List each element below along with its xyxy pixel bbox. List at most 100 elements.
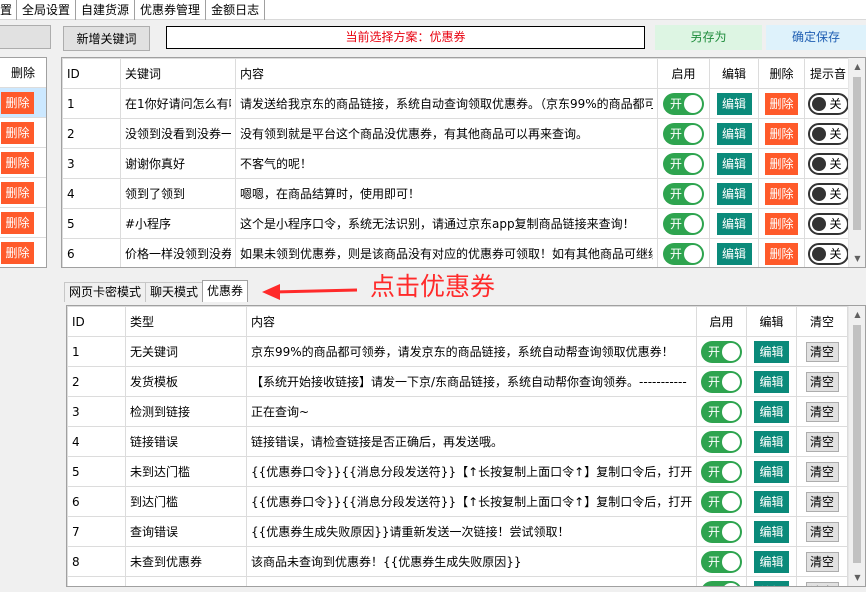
clear-button[interactable]: 清空 <box>805 521 839 542</box>
row-type[interactable]: 无关键词 <box>125 336 247 367</box>
coupon-table-row[interactable]: 8 未查到优惠券 该商品未查询到优惠券！{{优惠券生成失败原因}} 开 编辑 清空 <box>67 546 848 577</box>
coupon-table-row[interactable]: 2 发货模板 【系统开始接收链接】请发一下京/东商品链接，系统自动帮你查询领券。--… <box>67 366 848 397</box>
row-keyword[interactable]: 谢谢你真好 <box>120 148 236 179</box>
edit-button[interactable]: 编辑 <box>754 340 789 363</box>
row-content[interactable]: 不客气的呢！ <box>235 148 658 179</box>
delete-button[interactable]: 删除 <box>1 211 34 234</box>
edit-button[interactable]: 编辑 <box>754 520 789 543</box>
left-list-row[interactable]: 删除 <box>0 88 46 118</box>
coupon-table-row[interactable]: 4 链接错误 链接错误，请检查链接是否正确后，再发送哦。 开 编辑 清空 <box>67 426 848 457</box>
row-type[interactable]: 未查到优惠券 <box>125 546 247 577</box>
delete-button[interactable]: 删除 <box>765 122 798 145</box>
delete-button[interactable]: 删除 <box>1 121 34 144</box>
row-type[interactable] <box>125 576 247 586</box>
clear-button[interactable]: 清空 <box>805 551 839 572</box>
delete-button[interactable]: 删除 <box>765 92 798 115</box>
enabled-toggle[interactable]: 开 <box>701 550 742 573</box>
sound-toggle[interactable]: 关 <box>807 92 849 115</box>
row-content[interactable]: {{优惠券口令}}{{消息分段发送符}}【↑长按复制上面口令↑】复制口令后，打开… <box>246 456 697 487</box>
enabled-toggle[interactable]: 开 <box>701 490 742 513</box>
coupon-table-row[interactable]: 5 未到达门槛 {{优惠券口令}}{{消息分段发送符}}【↑长按复制上面口令↑】复制… <box>67 456 848 487</box>
row-content[interactable]: 如果未领到优惠券，则是该商品没有对应的优惠券可领取！如有其他商品可继续 <box>235 238 658 267</box>
edit-button[interactable]: 编辑 <box>716 242 752 265</box>
sound-toggle[interactable]: 关 <box>807 152 849 175</box>
confirm-save-button[interactable]: 确定保存 <box>766 25 866 50</box>
enabled-toggle[interactable]: 开 <box>663 92 704 115</box>
row-type[interactable]: 链接错误 <box>125 426 247 457</box>
left-list-row[interactable]: 删除 <box>0 238 46 267</box>
left-list-row[interactable]: 删除 <box>0 208 46 238</box>
edit-button[interactable]: 编辑 <box>716 122 752 145</box>
row-content[interactable]: 请发送给我京东的商品链接，系统自动查询领取优惠券。（京东99%的商品都可领券 <box>235 88 658 119</box>
enabled-toggle[interactable]: 开 <box>701 520 742 543</box>
left-list-row[interactable]: 删除 <box>0 178 46 208</box>
edit-button[interactable]: 编辑 <box>716 182 752 205</box>
scroll-down-arrow-icon[interactable]: ▼ <box>849 569 865 586</box>
row-content[interactable]: 京东99%的商品都可领券，请发京东的商品链接，系统自动帮查询领取优惠券！ <box>246 336 697 367</box>
delete-button[interactable]: 删除 <box>1 91 34 114</box>
row-type[interactable]: 检测到链接 <box>125 396 247 427</box>
keyword-table-row[interactable]: 1 在1你好请问怎么有吗 请发送给我京东的商品链接，系统自动查询领取优惠券。（京东9… <box>62 88 852 119</box>
left-stub-button[interactable] <box>0 25 51 49</box>
delete-button[interactable]: 删除 <box>765 152 798 175</box>
edit-button[interactable]: 编辑 <box>754 460 789 483</box>
menu-item-coupon-management[interactable]: 优惠券管理 <box>135 0 207 20</box>
menu-item-amount-log[interactable]: 金额日志 <box>206 0 266 20</box>
keyword-table-row[interactable]: 5 #小程序 这个是小程序口令，系统无法识别，请通过京东app复制商品链接来查询！ 开… <box>62 208 852 239</box>
tab-chat-mode[interactable]: 聊天模式 <box>145 282 204 302</box>
row-content[interactable]: 没有领到就是平台这个商品没优惠券，有其他商品可以再来查询。 <box>235 118 658 149</box>
coupon-table-scrollbar[interactable]: ▲ ▼ <box>848 306 865 586</box>
left-list-row[interactable]: 删除 <box>0 118 46 148</box>
clear-button[interactable]: 清空 <box>805 341 839 362</box>
row-content[interactable]: 该商品未查询到优惠券！{{优惠券生成失败原因}} <box>246 546 697 577</box>
edit-button[interactable]: 编辑 <box>716 152 752 175</box>
enabled-toggle[interactable]: 开 <box>663 152 704 175</box>
edit-button[interactable]: 编辑 <box>754 370 789 393</box>
row-type[interactable]: 发货模板 <box>125 366 247 397</box>
coupon-table-row[interactable]: 3 检测到链接 正在查询~ 开 编辑 清空 <box>67 396 848 427</box>
clear-button[interactable]: 清空 <box>805 401 839 422</box>
enabled-toggle[interactable]: 开 <box>701 460 742 483</box>
keyword-table-row[interactable]: 2 没领到没看到没券一 没有领到就是平台这个商品没优惠券，有其他商品可以再来查询。 开… <box>62 118 852 149</box>
coupon-table-row[interactable]: 1 无关键词 京东99%的商品都可领券，请发京东的商品链接，系统自动帮查询领取优惠券… <box>67 336 848 367</box>
row-keyword[interactable]: 价格一样没领到没券 <box>120 238 236 267</box>
row-type[interactable]: 未到达门槛 <box>125 456 247 487</box>
menu-item-self-source[interactable]: 自建货源 <box>76 0 136 20</box>
edit-button[interactable]: 编辑 <box>754 550 789 573</box>
row-content[interactable] <box>246 576 697 586</box>
enabled-toggle[interactable]: 开 <box>663 242 704 265</box>
delete-button[interactable]: 删除 <box>1 181 34 204</box>
enabled-toggle[interactable]: 开 <box>701 340 742 363</box>
enabled-toggle[interactable]: 开 <box>701 430 742 453</box>
tab-web-card-mode[interactable]: 网页卡密模式 <box>64 282 147 302</box>
add-keyword-button[interactable]: 新增关键词 <box>63 26 150 51</box>
row-keyword[interactable]: 在1你好请问怎么有吗 <box>120 88 236 119</box>
row-content[interactable]: 链接错误，请检查链接是否正确后，再发送哦。 <box>246 426 697 457</box>
keyword-table-row[interactable]: 4 领到了领到 嗯嗯，在商品结算时，使用即可！ 开 编辑 删除 关 <box>62 178 852 209</box>
delete-button[interactable]: 删除 <box>765 212 798 235</box>
edit-button[interactable]: 编辑 <box>754 490 789 513</box>
enabled-toggle[interactable]: 开 <box>663 182 704 205</box>
enabled-toggle[interactable]: 开 <box>701 400 742 423</box>
row-content[interactable]: 正在查询~ <box>246 396 697 427</box>
row-content[interactable]: 这个是小程序口令，系统无法识别，请通过京东app复制商品链接来查询！ <box>235 208 658 239</box>
row-content[interactable]: {{优惠券生成失败原因}}请重新发送一次链接！尝试领取！ <box>246 516 697 547</box>
row-type[interactable]: 查询错误 <box>125 516 247 547</box>
edit-button[interactable]: 编辑 <box>754 400 789 423</box>
save-as-button[interactable]: 另存为 <box>655 25 762 50</box>
row-content[interactable]: 嗯嗯，在商品结算时，使用即可！ <box>235 178 658 209</box>
enabled-toggle[interactable]: 开 <box>701 580 742 586</box>
coupon-table-row[interactable]: 7 查询错误 {{优惠券生成失败原因}}请重新发送一次链接！尝试领取！ 开 编辑 清空 <box>67 516 848 547</box>
clear-button[interactable]: 清空 <box>805 431 839 452</box>
coupon-table-row[interactable]: 6 到达门槛 {{优惠券口令}}{{消息分段发送符}}【↑长按复制上面口令↑】复制口… <box>67 486 848 517</box>
clear-button[interactable]: 清空 <box>805 461 839 482</box>
sound-toggle[interactable]: 关 <box>807 122 849 145</box>
scroll-up-arrow-icon[interactable]: ▲ <box>849 306 865 323</box>
scroll-thumb[interactable] <box>853 77 861 230</box>
delete-button[interactable]: 删除 <box>765 182 798 205</box>
keyword-table-row[interactable]: 3 谢谢你真好 不客气的呢！ 开 编辑 删除 关 <box>62 148 852 179</box>
edit-button[interactable]: 编辑 <box>754 580 789 586</box>
enabled-toggle[interactable]: 开 <box>663 122 704 145</box>
menu-item-settings[interactable]: 置 <box>0 0 18 20</box>
keyword-table-scrollbar[interactable]: ▲ ▼ <box>848 58 865 267</box>
